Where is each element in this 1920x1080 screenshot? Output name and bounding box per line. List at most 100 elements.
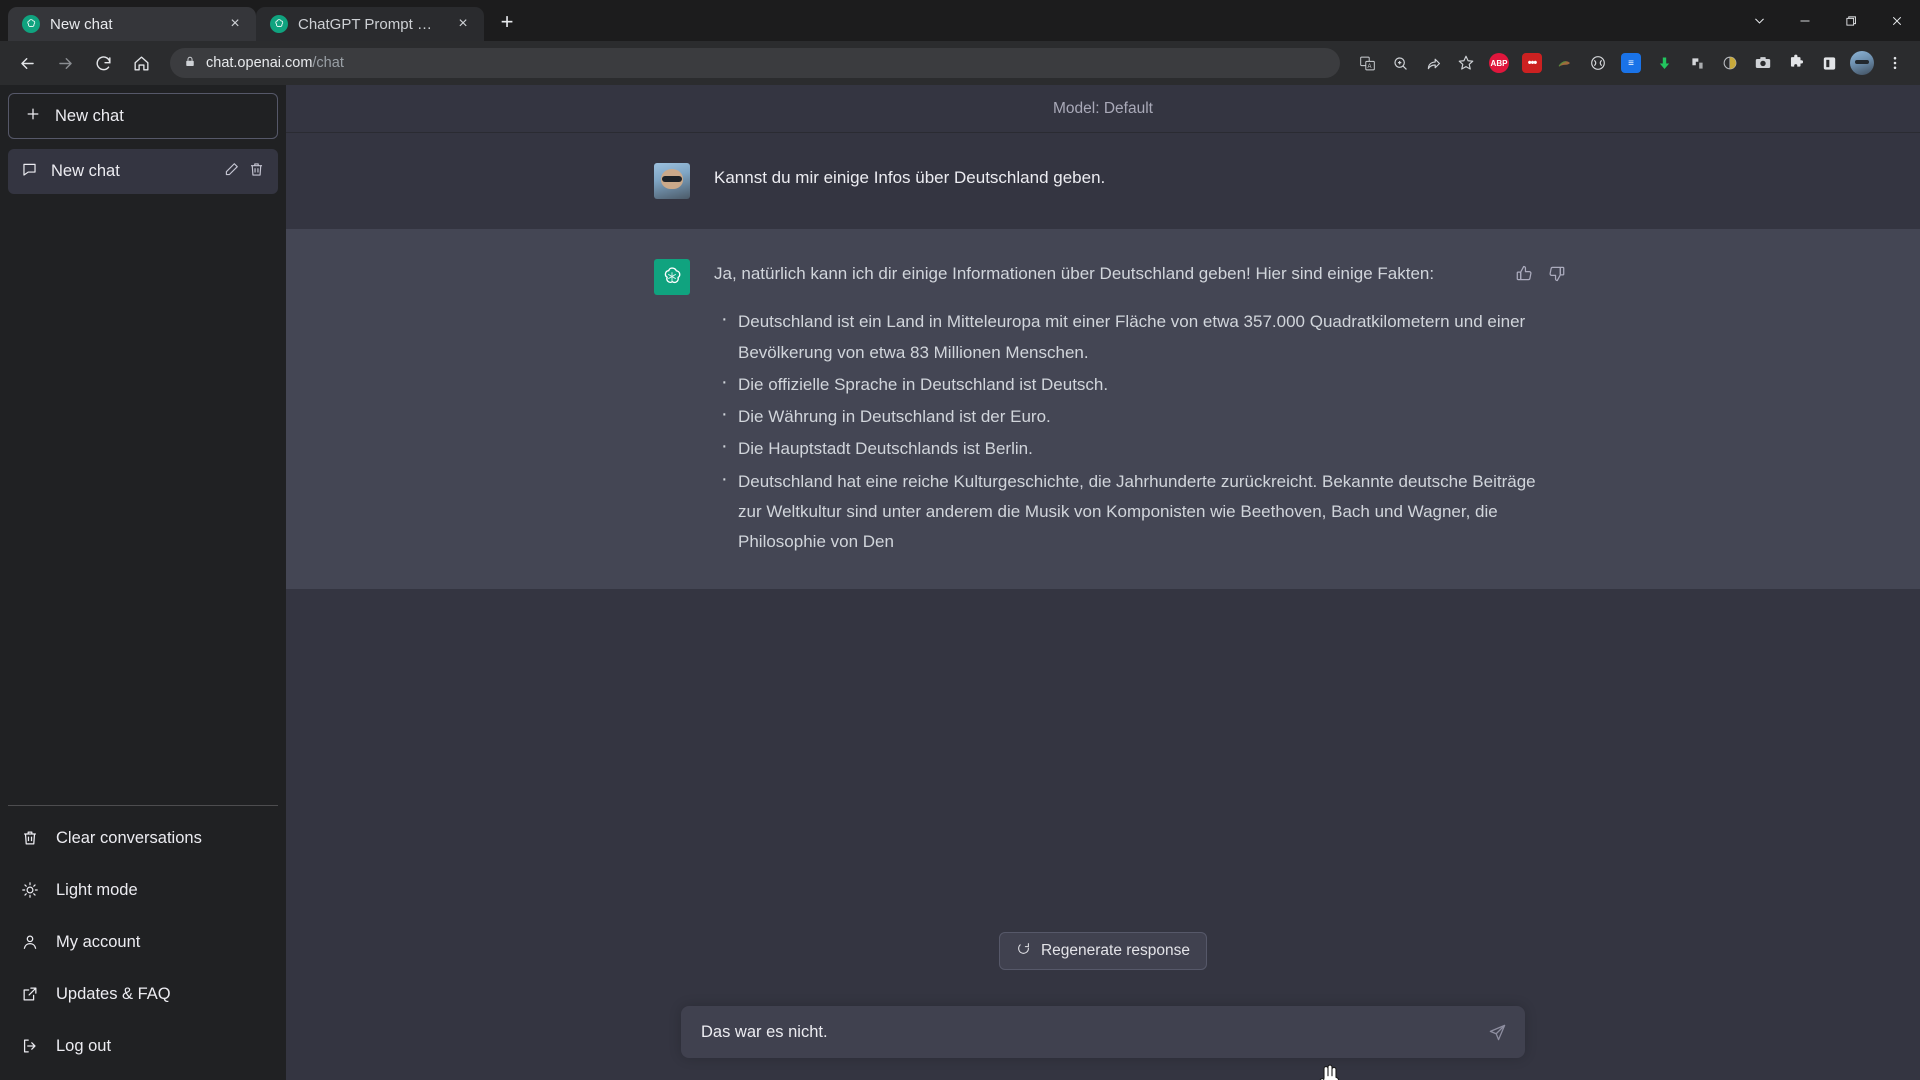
sun-icon bbox=[20, 881, 40, 899]
sidebar-toggle-icon[interactable] bbox=[1814, 48, 1844, 78]
page-content: New chat New chat Clear conversations Li… bbox=[0, 85, 1920, 1080]
sidebar-item-label: Clear conversations bbox=[56, 828, 202, 847]
toolbar-icon-group: A ABP ••• ≡ bbox=[1352, 48, 1910, 78]
grammarly-extension-icon[interactable] bbox=[1550, 48, 1580, 78]
svg-text:A: A bbox=[1367, 64, 1371, 70]
tab-close-icon[interactable]: × bbox=[452, 13, 474, 35]
model-label: Model: Default bbox=[286, 85, 1920, 133]
chatgpt-avatar-icon bbox=[654, 259, 690, 295]
chatgpt-favicon-icon bbox=[270, 15, 288, 33]
sidebar-item-log-out[interactable]: Log out bbox=[8, 1020, 278, 1072]
forward-arrow-icon[interactable] bbox=[48, 46, 82, 80]
send-paper-plane-icon[interactable] bbox=[1483, 1018, 1511, 1046]
extensions-puzzle-icon[interactable] bbox=[1781, 48, 1811, 78]
message-composer[interactable]: Das war es nicht. bbox=[681, 1006, 1525, 1058]
assistant-intro-text: Ja, natürlich kann ich dir einige Inform… bbox=[714, 264, 1435, 283]
browser-window: New chat × ChatGPT Prompt Guide × + chat… bbox=[0, 0, 1920, 1080]
url-domain: chat.openai.com bbox=[206, 55, 313, 71]
minimize-icon[interactable] bbox=[1782, 0, 1828, 41]
profile-avatar-icon[interactable] bbox=[1847, 48, 1877, 78]
browser-menu-icon[interactable] bbox=[1880, 48, 1910, 78]
conversation-item-new-chat[interactable]: New chat bbox=[8, 149, 278, 194]
message-body: Ja, natürlich kann ich dir einige Inform… bbox=[714, 259, 1548, 559]
avatar bbox=[1850, 51, 1874, 75]
browser-tab-new-chat[interactable]: New chat × bbox=[8, 7, 256, 41]
honey-extension-icon[interactable] bbox=[1583, 48, 1613, 78]
thumbs-up-icon[interactable] bbox=[1512, 261, 1536, 285]
share-icon[interactable] bbox=[1418, 48, 1448, 78]
chat-sidebar: New chat New chat Clear conversations Li… bbox=[0, 85, 286, 1080]
sidebar-item-updates-faq[interactable]: Updates & FAQ bbox=[8, 968, 278, 1020]
ublock-extension-icon[interactable]: ••• bbox=[1517, 48, 1547, 78]
dark-reader-extension-icon[interactable] bbox=[1715, 48, 1745, 78]
close-window-icon[interactable] bbox=[1874, 0, 1920, 41]
sidebar-item-label: Updates & FAQ bbox=[56, 984, 171, 1003]
message-input[interactable]: Das war es nicht. bbox=[701, 1023, 1477, 1042]
conversation-title: New chat bbox=[51, 162, 120, 180]
message-assistant: Ja, natürlich kann ich dir einige Inform… bbox=[286, 229, 1920, 590]
chat-main: Model: Default Kannst du mir einige Info… bbox=[286, 85, 1920, 1080]
list-item: Die Hauptstadt Deutschlands ist Berlin. bbox=[721, 429, 1548, 465]
pocket-extension-icon[interactable] bbox=[1682, 48, 1712, 78]
trash-icon[interactable] bbox=[248, 161, 265, 183]
assistant-bullet-list: Deutschland ist ein Land in Mitteleuropa… bbox=[714, 302, 1548, 558]
browser-toolbar: chat.openai.com/chat A ABP ••• ≡ bbox=[0, 41, 1920, 85]
tab-title: ChatGPT Prompt Guide bbox=[298, 15, 442, 33]
plus-icon bbox=[25, 106, 41, 127]
back-arrow-icon[interactable] bbox=[10, 46, 44, 80]
zoom-search-icon[interactable] bbox=[1385, 48, 1415, 78]
refresh-icon bbox=[1016, 941, 1031, 961]
trash-icon bbox=[20, 829, 40, 847]
tab-strip: New chat × ChatGPT Prompt Guide × + bbox=[0, 0, 1920, 41]
list-item: Die offizielle Sprache in Deutschland is… bbox=[721, 365, 1548, 401]
ublock-badge: ••• bbox=[1522, 53, 1542, 73]
sidebar-item-light-mode[interactable]: Light mode bbox=[8, 864, 278, 916]
download-arrow-icon[interactable] bbox=[1649, 48, 1679, 78]
regenerate-label: Regenerate response bbox=[1040, 942, 1191, 959]
regenerate-response-button[interactable]: Regenerate response bbox=[998, 932, 1208, 970]
user-avatar bbox=[654, 163, 690, 199]
reload-icon[interactable] bbox=[86, 46, 120, 80]
browser-tab-prompt-guide[interactable]: ChatGPT Prompt Guide × bbox=[256, 7, 484, 41]
sidebar-item-clear-conversations[interactable]: Clear conversations bbox=[8, 812, 278, 864]
adblock-plus-extension-icon[interactable]: ABP bbox=[1484, 48, 1514, 78]
message-body: Kannst du mir einige Infos über Deutschl… bbox=[714, 163, 1548, 199]
list-item: Deutschland ist ein Land in Mitteleuropa… bbox=[721, 302, 1548, 368]
sidebar-menu: Clear conversations Light mode My accoun… bbox=[8, 805, 278, 1072]
user-message-text: Kannst du mir einige Infos über Deutschl… bbox=[714, 168, 1106, 187]
tab-search-icon[interactable] bbox=[1736, 0, 1782, 41]
new-tab-button[interactable]: + bbox=[490, 5, 524, 39]
list-item: Deutschland hat eine reiche Kulturgeschi… bbox=[721, 462, 1548, 558]
thumbs-down-icon[interactable] bbox=[1544, 261, 1568, 285]
adblock-badge: ABP bbox=[1489, 53, 1509, 73]
address-bar[interactable]: chat.openai.com/chat bbox=[170, 48, 1340, 78]
maximize-restore-icon[interactable] bbox=[1828, 0, 1874, 41]
sidebar-item-label: My account bbox=[56, 932, 141, 951]
sidebar-item-label: Light mode bbox=[56, 880, 138, 899]
bookmark-star-icon[interactable] bbox=[1451, 48, 1481, 78]
pencil-icon[interactable] bbox=[223, 161, 240, 183]
window-controls bbox=[1736, 0, 1920, 41]
external-link-icon bbox=[20, 985, 40, 1003]
sidebar-item-label: Log out bbox=[56, 1036, 112, 1055]
new-chat-label: New chat bbox=[55, 106, 124, 125]
conversation-actions bbox=[223, 161, 265, 183]
new-chat-button[interactable]: New chat bbox=[8, 93, 278, 139]
blue-ext-badge: ≡ bbox=[1621, 53, 1641, 73]
list-item: Die Währung in Deutschland ist der Euro. bbox=[721, 397, 1548, 433]
screenshot-extension-icon[interactable] bbox=[1748, 48, 1778, 78]
blue-extension-icon[interactable]: ≡ bbox=[1616, 48, 1646, 78]
translate-icon[interactable]: A bbox=[1352, 48, 1382, 78]
chat-bubble-icon bbox=[21, 161, 38, 183]
url-path: /chat bbox=[312, 55, 344, 71]
tab-close-icon[interactable]: × bbox=[224, 13, 246, 35]
person-icon bbox=[20, 933, 40, 951]
home-icon[interactable] bbox=[124, 46, 158, 80]
chatgpt-favicon-icon bbox=[22, 15, 40, 33]
sidebar-item-my-account[interactable]: My account bbox=[8, 916, 278, 968]
lock-icon bbox=[184, 55, 196, 72]
logout-icon bbox=[20, 1037, 40, 1055]
message-user: Kannst du mir einige Infos über Deutschl… bbox=[286, 133, 1920, 229]
conversation-list: New chat bbox=[8, 149, 278, 194]
